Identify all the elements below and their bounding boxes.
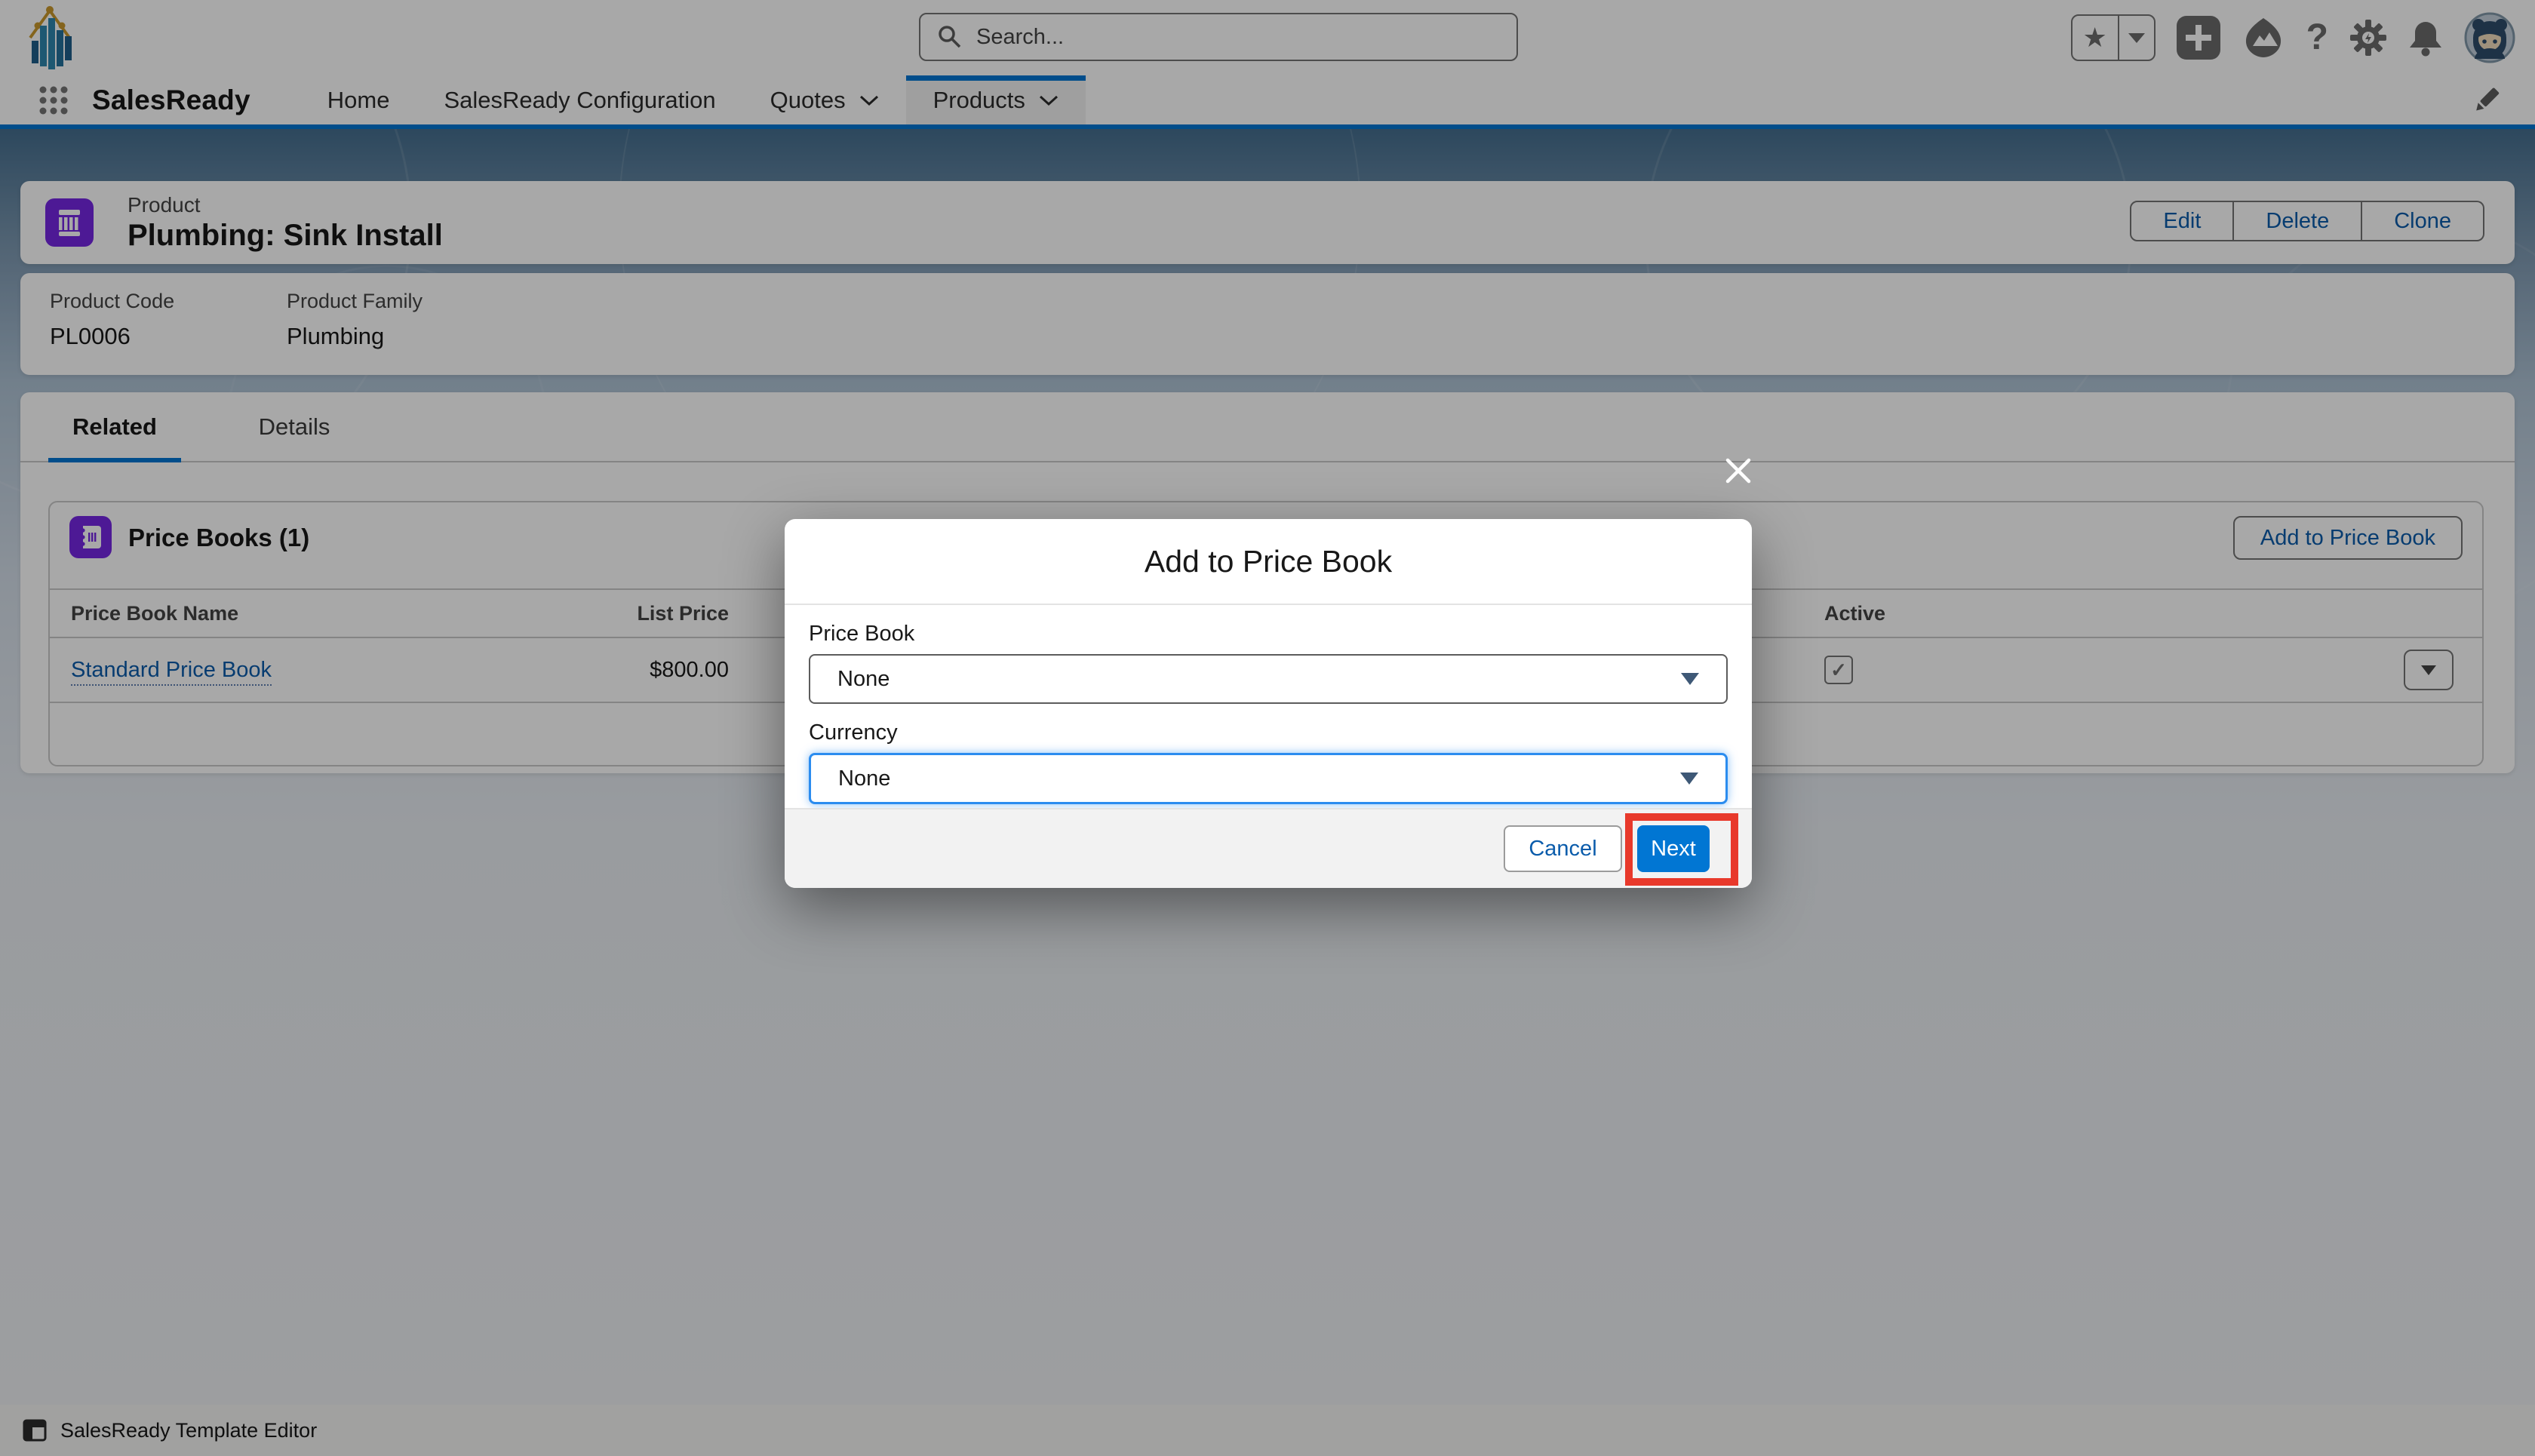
chevron-down-icon (1680, 773, 1698, 785)
currency-field-label: Currency (809, 720, 1728, 745)
price-book-field-label: Price Book (809, 622, 1728, 647)
currency-select[interactable]: None (809, 753, 1728, 804)
cancel-button[interactable]: Cancel (1504, 825, 1622, 872)
price-book-select[interactable]: None (809, 654, 1728, 704)
modal-title: Add to Price Book (785, 519, 1752, 605)
modal-close-icon[interactable] (1722, 454, 1755, 491)
price-book-select-value: None (837, 667, 890, 692)
modal-footer: Cancel Next (785, 808, 1752, 888)
currency-select-value: None (838, 766, 890, 791)
add-to-price-book-modal: Add to Price Book Price Book None Curren… (785, 519, 1752, 888)
chevron-down-icon (1681, 673, 1699, 685)
action-highlight-annotation (1625, 813, 1738, 886)
modal-body: Price Book None Currency None (785, 622, 1752, 804)
